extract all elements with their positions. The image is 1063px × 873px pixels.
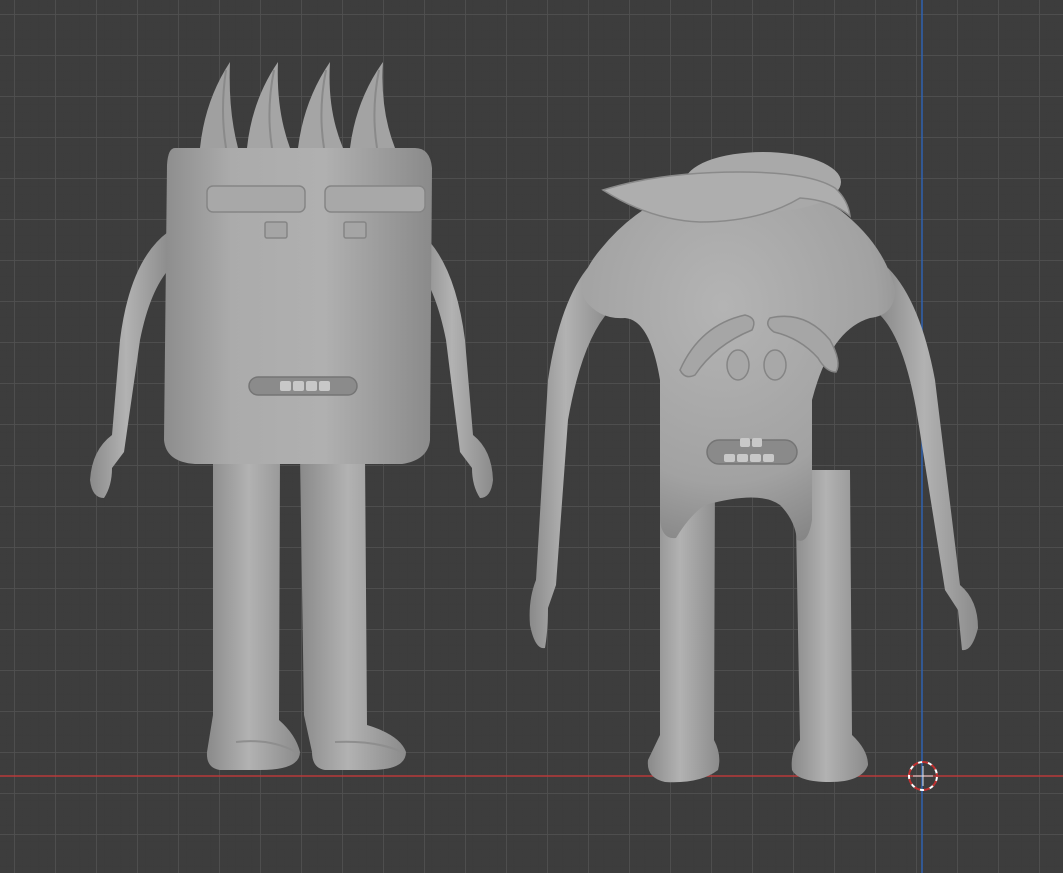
blob-character-eye-left <box>726 349 750 381</box>
block-character[interactable] <box>90 62 493 770</box>
block-character-legs <box>206 455 406 770</box>
block-character-eye-right <box>343 221 367 239</box>
3d-viewport[interactable] <box>0 0 1063 873</box>
block-character-brow-left <box>206 185 306 213</box>
3d-cursor-icon[interactable] <box>908 761 938 791</box>
block-character-spikes <box>200 62 395 149</box>
viewport-canvas[interactable] <box>0 0 1063 873</box>
block-character-mouth <box>248 376 358 396</box>
blob-character-eye-right <box>763 349 787 381</box>
block-character-brow-right <box>324 185 426 213</box>
blob-character[interactable] <box>529 152 978 783</box>
blob-character-mouth <box>706 438 798 465</box>
block-character-eye-left <box>264 221 288 239</box>
